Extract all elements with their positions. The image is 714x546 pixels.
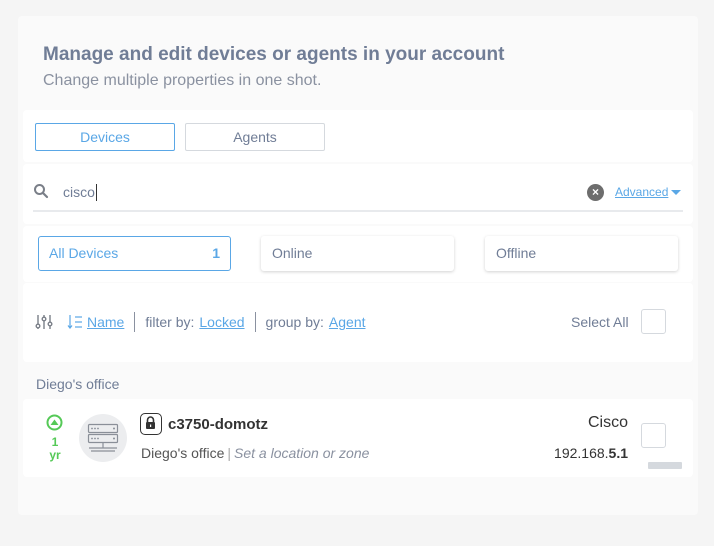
filter-label: All Devices bbox=[49, 245, 119, 261]
page-title: Manage and edit devices or agents in you… bbox=[43, 44, 505, 65]
sort-bar: Name filter by: Locked group by: Agent bbox=[35, 311, 366, 333]
status-filters: All Devices 1 Online Offline bbox=[23, 226, 693, 282]
search-icon bbox=[34, 184, 49, 199]
tab-devices[interactable]: Devices bbox=[35, 123, 175, 151]
tab-agents[interactable]: Agents bbox=[185, 123, 325, 151]
group-header: Diego's office bbox=[36, 376, 120, 392]
uptime-unit: yr bbox=[49, 448, 61, 462]
advanced-search-link[interactable]: Advanced bbox=[615, 185, 668, 199]
search-input[interactable] bbox=[63, 182, 563, 202]
ip-prefix: 192.168. bbox=[554, 445, 609, 461]
filter-label: Online bbox=[272, 245, 313, 261]
select-all-label: Select All bbox=[571, 314, 629, 330]
filter-label: Offline bbox=[496, 245, 537, 261]
device-location: Diego's office | Set a location or zone bbox=[141, 445, 369, 461]
device-type-avatar bbox=[79, 414, 127, 462]
filter-by-label: filter by: bbox=[145, 314, 195, 330]
device-row[interactable]: 1 yr c3750-domotz Diego's office | Set a l bbox=[23, 399, 693, 477]
caret-down-icon[interactable] bbox=[671, 190, 681, 195]
device-vendor: Cisco bbox=[587, 414, 628, 431]
online-status-icon bbox=[46, 414, 63, 431]
zone-placeholder[interactable]: Set a location or zone bbox=[234, 445, 369, 461]
filter-by-link[interactable]: Locked bbox=[199, 314, 244, 330]
close-icon: × bbox=[591, 185, 599, 199]
sliders-icon[interactable] bbox=[35, 314, 53, 330]
status-bar bbox=[648, 462, 682, 469]
sort-toolbar: Name filter by: Locked group by: Agent S… bbox=[23, 283, 693, 362]
lock-icon bbox=[140, 413, 162, 435]
filter-all-devices[interactable]: All Devices 1 bbox=[38, 236, 231, 271]
filter-count: 1 bbox=[212, 245, 220, 261]
uptime: 1 yr bbox=[43, 436, 67, 462]
group-by-link[interactable]: Agent bbox=[329, 314, 366, 330]
page-subtitle: Change multiple properties in one shot. bbox=[43, 72, 322, 89]
device-name[interactable]: c3750-domotz bbox=[168, 416, 268, 433]
select-all-checkbox[interactable] bbox=[641, 309, 666, 334]
divider bbox=[254, 312, 256, 332]
search-section: × Advanced bbox=[23, 164, 693, 224]
location-name: Diego's office bbox=[141, 445, 225, 461]
ip-suffix: 5.1 bbox=[608, 445, 628, 461]
divider bbox=[134, 312, 136, 332]
sort-field-link[interactable]: Name bbox=[87, 314, 124, 330]
clear-search-button[interactable]: × bbox=[587, 184, 604, 201]
device-ip: 192.168.5.1 bbox=[554, 445, 628, 461]
group-by-label: group by: bbox=[265, 314, 324, 330]
sort-ascending-icon[interactable] bbox=[67, 314, 83, 330]
device-select-checkbox[interactable] bbox=[641, 423, 666, 448]
text-cursor bbox=[96, 184, 97, 201]
search-underline bbox=[33, 210, 683, 212]
filter-online[interactable]: Online bbox=[261, 236, 454, 271]
tab-bar: Devices Agents bbox=[23, 110, 693, 162]
filter-offline[interactable]: Offline bbox=[485, 236, 678, 271]
server-icon bbox=[87, 423, 119, 452]
divider: | bbox=[227, 445, 231, 461]
